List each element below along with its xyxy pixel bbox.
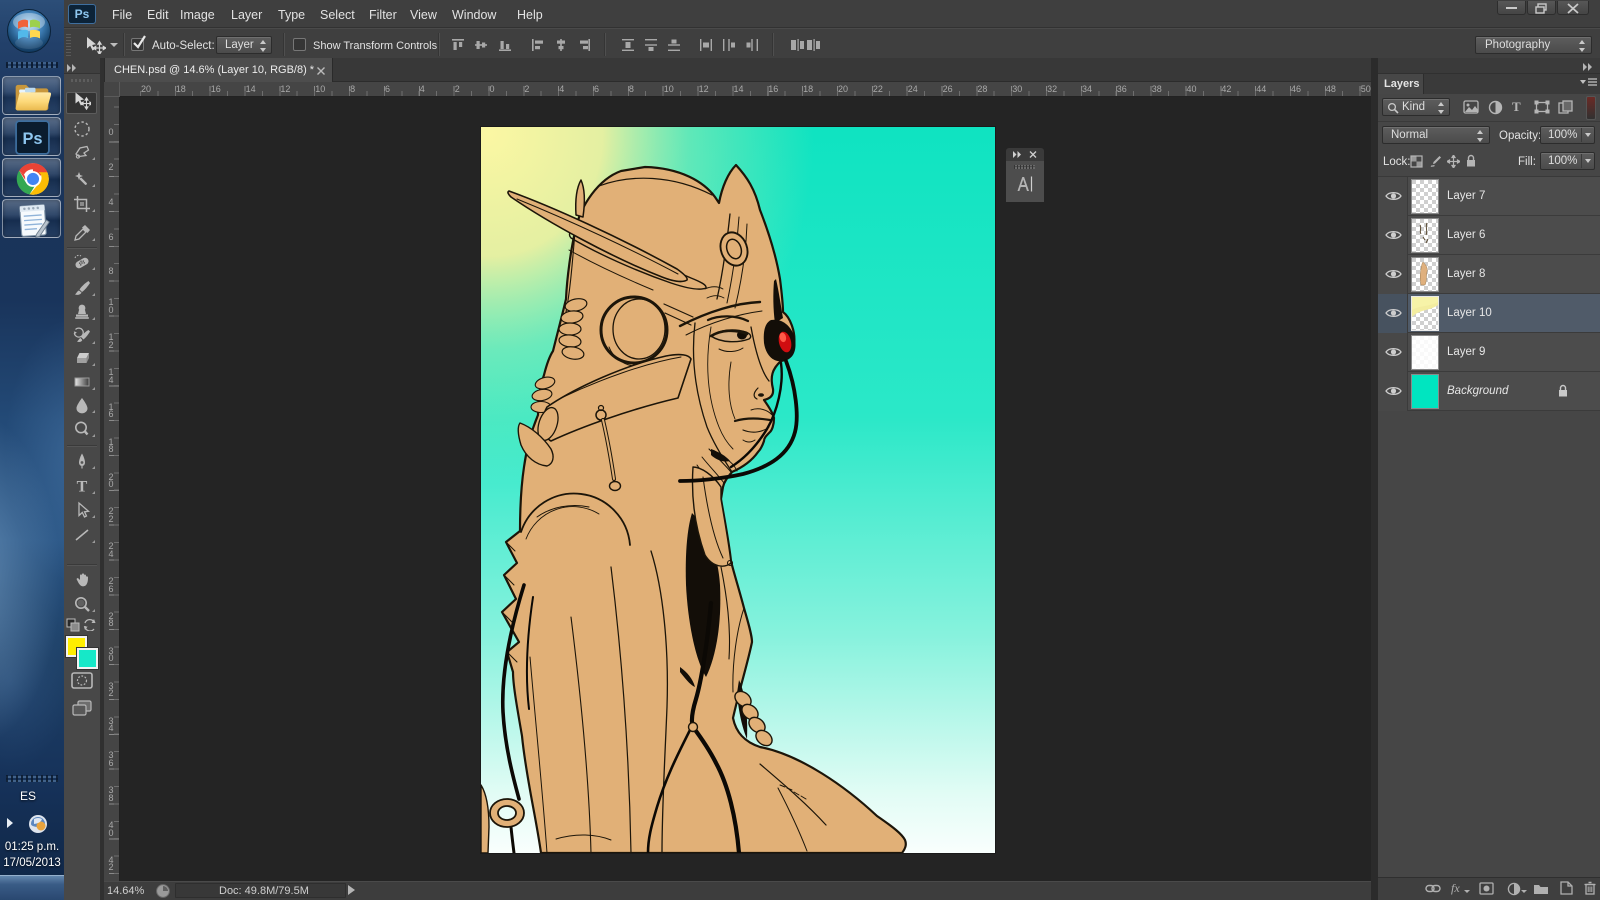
svg-text:T: T <box>77 479 88 496</box>
svg-text:Ps: Ps <box>22 130 42 148</box>
svg-text:fx: fx <box>1451 881 1460 895</box>
